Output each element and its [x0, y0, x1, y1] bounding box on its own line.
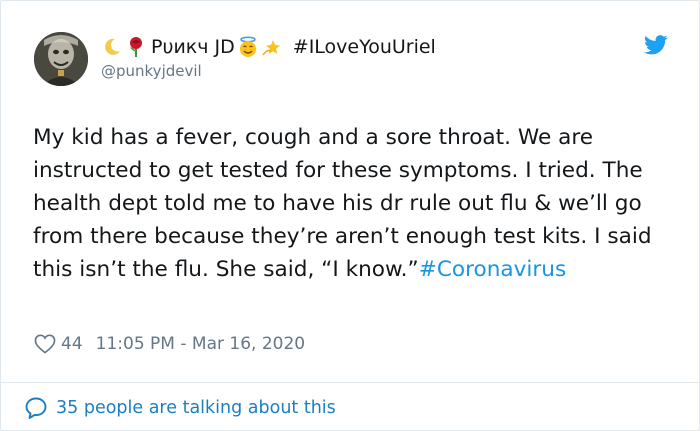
dizzy-star-icon: [261, 36, 283, 58]
avatar-image: [34, 32, 88, 86]
crescent-moon-icon: [101, 36, 123, 58]
speech-bubble-icon: [25, 397, 47, 419]
tweet-card: Рυикч JD #ILoveYouUriel @punkyjdevil My …: [0, 0, 700, 431]
display-name[interactable]: Рυикч JD: [151, 36, 235, 58]
avatar[interactable]: [34, 32, 88, 86]
name-hashtag: #ILoveYouUriel: [292, 36, 436, 58]
smiling-face-with-halo-icon: [237, 36, 259, 58]
author-handle[interactable]: @punkyjdevil: [101, 62, 202, 80]
divider: [1, 382, 699, 383]
author-name-row[interactable]: Рυикч JD #ILoveYouUriel: [101, 34, 436, 60]
conversation-text[interactable]: 35 people are talking about this: [56, 398, 336, 418]
tweet-meta: 44 11:05 PM - Mar 16, 2020: [34, 331, 305, 357]
conversation-link[interactable]: 35 people are talking about this: [24, 394, 336, 422]
tweet-text: My kid has a fever, cough and a sore thr…: [33, 121, 678, 286]
heart-icon[interactable]: [34, 334, 56, 354]
rose-icon: [125, 36, 147, 58]
twitter-bird-icon[interactable]: [644, 35, 668, 55]
like-count[interactable]: 44: [61, 334, 83, 354]
timestamp[interactable]: 11:05 PM - Mar 16, 2020: [96, 334, 305, 354]
coronavirus-hashtag-link[interactable]: #Coronavirus: [419, 257, 567, 282]
